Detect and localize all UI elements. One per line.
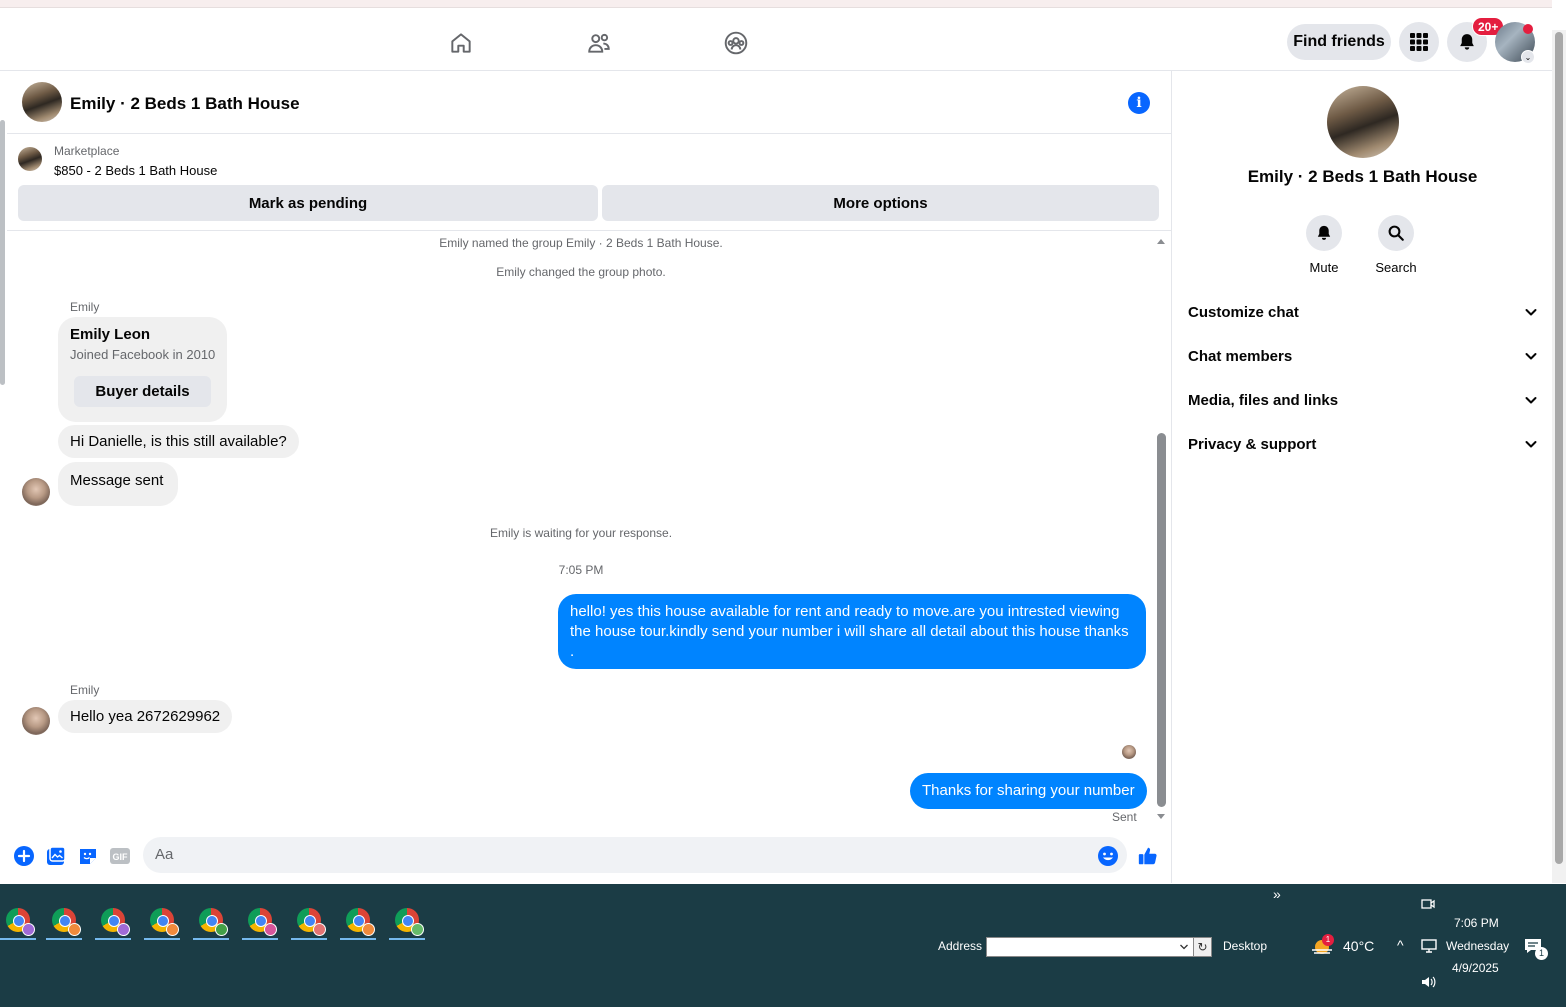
chevron-down-icon: [1525, 309, 1537, 316]
chat-title[interactable]: Emily · 2 Beds 1 Bath House: [70, 94, 300, 114]
sender-name: Emily: [70, 300, 100, 314]
find-friends-button[interactable]: Find friends: [1287, 24, 1391, 60]
incoming-message[interactable]: Hi Danielle, is this still available?: [58, 425, 299, 458]
buyer-card: Emily Leon Joined Facebook in 2010 Buyer…: [58, 317, 227, 422]
meet-now-icon[interactable]: [1420, 896, 1436, 917]
row-label: Chat members: [1188, 347, 1293, 365]
group-photo-large[interactable]: [1327, 86, 1399, 158]
bell-icon[interactable]: [1306, 215, 1342, 251]
chrome-icon[interactable]: [193, 906, 229, 940]
temperature[interactable]: 40°C: [1343, 938, 1374, 954]
clock-time[interactable]: 7:06 PM: [1454, 916, 1499, 930]
buyer-joined: Joined Facebook in 2010: [70, 347, 216, 362]
chevron-down-icon[interactable]: ⌄: [1521, 50, 1535, 64]
system-message: Emily named the group Emily · 2 Beds 1 B…: [439, 236, 723, 250]
mute-label: Mute: [1309, 260, 1339, 275]
chevron-down-icon: [1525, 397, 1537, 404]
clock-date[interactable]: 4/9/2025: [1452, 961, 1499, 975]
incoming-message[interactable]: Message sent: [58, 462, 178, 506]
message-status: Sent: [1112, 810, 1137, 824]
address-label: Address: [938, 939, 983, 953]
marketplace-bar: Marketplace $850 - 2 Beds 1 Bath House M…: [7, 135, 1171, 231]
chrome-icon[interactable]: [389, 906, 425, 940]
browser-top-strip: [0, 0, 1552, 8]
friends-icon[interactable]: [584, 28, 614, 58]
buyer-name: Emily Leon: [70, 326, 151, 343]
address-input[interactable]: ↻: [986, 937, 1212, 957]
chrome-icon[interactable]: [0, 906, 36, 940]
svg-text:GIF: GIF: [113, 852, 129, 862]
chevron-down-icon: [1525, 353, 1537, 360]
chat-scrollbar-thumb[interactable]: [1157, 433, 1166, 807]
timestamp: 7:05 PM: [558, 563, 604, 577]
system-message: Emily is waiting for your response.: [489, 526, 673, 540]
outgoing-message[interactable]: Thanks for sharing your number: [910, 773, 1147, 809]
chrome-icon[interactable]: [95, 906, 131, 940]
message-input[interactable]: Aa: [143, 837, 1127, 873]
toolbar-overflow-icon[interactable]: »: [1273, 886, 1281, 902]
chrome-icon[interactable]: [291, 906, 327, 940]
chevron-up-icon[interactable]: ^: [1397, 937, 1404, 953]
chevron-down-icon: [1525, 441, 1537, 448]
notification-count: 1: [1535, 947, 1548, 960]
weather-badge: 1: [1322, 934, 1334, 946]
status-dot: [1523, 24, 1533, 34]
search-button[interactable]: Search: [1356, 215, 1436, 275]
clock-day[interactable]: Wednesday: [1446, 939, 1509, 953]
search-label: Search: [1375, 260, 1417, 275]
refresh-icon[interactable]: ↻: [1193, 938, 1211, 956]
chat-header: Emily · 2 Beds 1 Bath House i: [7, 71, 1171, 134]
chat-members-row[interactable]: Chat members: [1188, 334, 1538, 378]
buyer-details-button[interactable]: Buyer details: [74, 376, 211, 407]
groups-icon[interactable]: [721, 28, 751, 58]
more-options-button[interactable]: More options: [602, 185, 1159, 221]
page-scrollbar-thumb[interactable]: [1555, 32, 1563, 864]
sender-avatar[interactable]: [22, 478, 50, 506]
chrome-icon[interactable]: [340, 906, 376, 940]
info-icon[interactable]: i: [1128, 92, 1150, 114]
volume-icon[interactable]: [1420, 974, 1438, 995]
menu-grid-icon[interactable]: [1399, 22, 1439, 62]
mute-button[interactable]: Mute: [1284, 215, 1364, 275]
read-receipt-avatar: [1122, 745, 1136, 759]
taskbar: » Address ↻ Desktop 1 40°C ^ 7:06 PM Wed…: [0, 884, 1566, 1007]
listing-title[interactable]: $850 - 2 Beds 1 Bath House: [54, 163, 217, 178]
thumbs-up-icon[interactable]: [1137, 845, 1159, 867]
mark-as-pending-button[interactable]: Mark as pending: [18, 185, 598, 221]
search-icon[interactable]: [1378, 215, 1414, 251]
plus-icon[interactable]: [13, 845, 35, 867]
listing-thumbnail[interactable]: [18, 147, 42, 171]
chrome-icon[interactable]: [144, 906, 180, 940]
privacy-support-row[interactable]: Privacy & support: [1188, 422, 1538, 466]
chrome-icon[interactable]: [242, 906, 278, 940]
home-icon[interactable]: [446, 28, 476, 58]
composer: GIF Aa: [7, 830, 1171, 882]
system-message: Emily changed the group photo.: [496, 265, 666, 279]
sender-name: Emily: [70, 683, 100, 697]
incoming-message[interactable]: Hello yea 2672629962: [58, 700, 233, 733]
right-panel-title: Emily · 2 Beds 1 Bath House: [1247, 167, 1478, 186]
group-photo[interactable]: [22, 82, 62, 122]
chrome-icon[interactable]: [46, 906, 82, 940]
network-icon[interactable]: [1420, 938, 1438, 959]
outgoing-message[interactable]: hello! yes this house available for rent…: [558, 594, 1146, 669]
image-icon[interactable]: [45, 845, 67, 867]
desktop-label[interactable]: Desktop: [1223, 939, 1267, 953]
row-label: Privacy & support: [1188, 435, 1317, 453]
customize-chat-row[interactable]: Customize chat: [1188, 290, 1538, 334]
row-label: Media, files and links: [1188, 391, 1339, 409]
emoji-icon[interactable]: [1097, 845, 1119, 867]
sticker-icon[interactable]: [77, 845, 99, 867]
gif-icon[interactable]: GIF: [109, 845, 131, 867]
sender-avatar[interactable]: [22, 707, 50, 735]
right-panel: Emily · 2 Beds 1 Bath House Mute Search …: [1171, 71, 1552, 883]
media-files-links-row[interactable]: Media, files and links: [1188, 378, 1538, 422]
left-scrollbar[interactable]: [0, 120, 5, 385]
marketplace-label: Marketplace: [54, 144, 120, 158]
row-label: Customize chat: [1188, 303, 1299, 321]
